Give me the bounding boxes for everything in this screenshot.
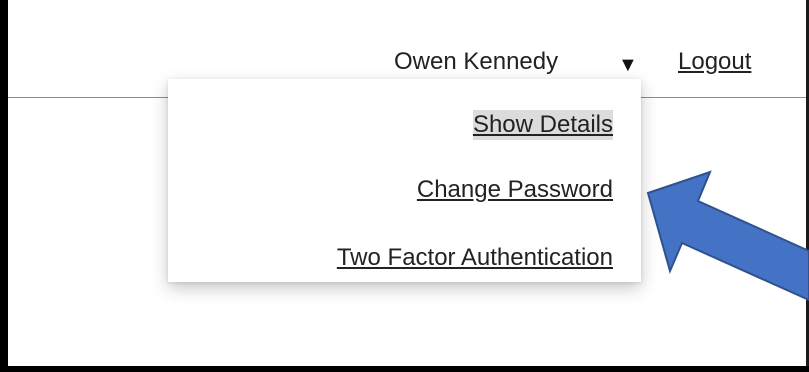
logout-link[interactable]: Logout [678, 47, 751, 77]
frame-bottom-border [0, 366, 809, 372]
user-dropdown-menu: Show Details Change Password Two Factor … [168, 79, 641, 282]
menu-item-show-details[interactable]: Show Details [472, 110, 613, 140]
menu-item-change-password[interactable]: Change Password [417, 175, 613, 205]
screen: Owen Kennedy ▼ Logout Show Details Chang… [0, 0, 809, 372]
frame-left-border [0, 0, 8, 372]
arrow-pointer-icon [646, 170, 809, 302]
user-menu-toggle[interactable]: Owen Kennedy [394, 47, 558, 77]
arrow-shape [646, 170, 809, 302]
menu-item-two-factor-authentication[interactable]: Two Factor Authentication [337, 243, 613, 273]
caret-down-icon[interactable]: ▼ [618, 50, 638, 80]
